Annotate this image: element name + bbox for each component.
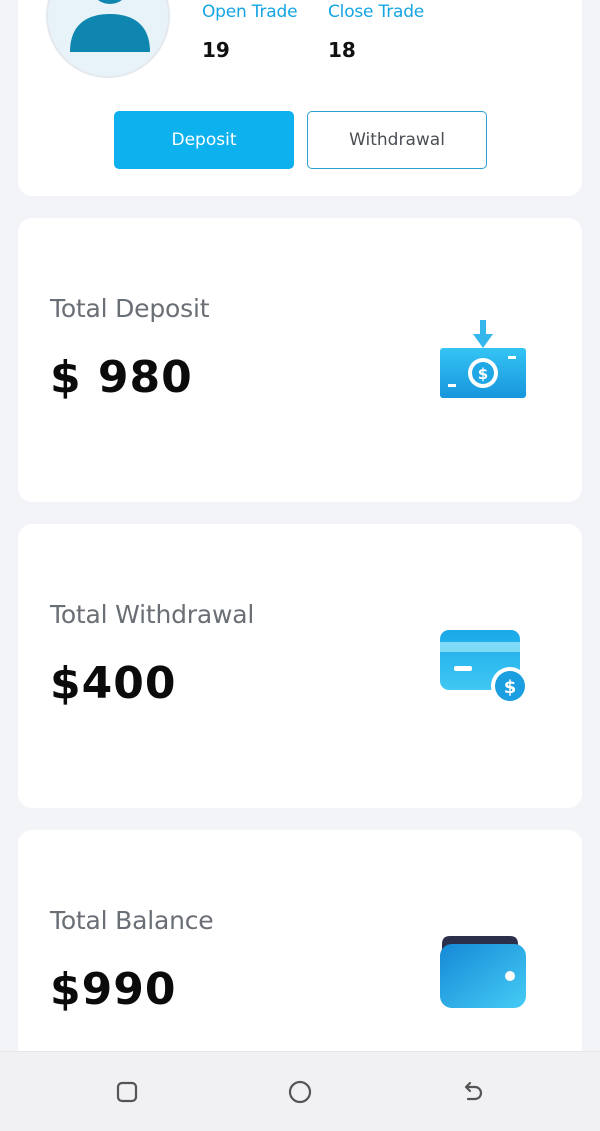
dashboard-screen: Open Trade 19 Close Trade 18 Deposit Wit… [0, 0, 600, 1131]
recent-apps-button[interactable] [113, 1078, 141, 1106]
open-trade-stat: Open Trade 19 [202, 2, 298, 62]
avatar[interactable] [46, 0, 170, 78]
card-withdraw-icon: $ [440, 630, 529, 705]
total-withdrawal-card[interactable]: Total Withdrawal $400 $ [18, 524, 582, 808]
back-button[interactable] [459, 1078, 487, 1106]
total-balance-card[interactable]: Total Balance $990 [18, 830, 582, 1060]
recent-apps-icon [116, 1081, 138, 1103]
svg-text:$: $ [478, 365, 488, 383]
home-button[interactable] [286, 1078, 314, 1106]
total-deposit-amount: $ 980 [50, 352, 193, 403]
profile-card: Open Trade 19 Close Trade 18 Deposit Wit… [18, 0, 582, 196]
total-withdrawal-label: Total Withdrawal [50, 600, 255, 629]
close-trade-value: 18 [328, 38, 356, 62]
close-trade-stat: Close Trade 18 [328, 2, 424, 62]
total-deposit-card[interactable]: Total Deposit $ 980 $ [18, 218, 582, 502]
close-trade-label: Close Trade [328, 2, 425, 22]
withdrawal-button[interactable]: Withdrawal [307, 111, 487, 169]
cash-deposit-icon: $ [440, 320, 526, 398]
back-icon [464, 1081, 483, 1101]
system-navigation-bar [0, 1051, 600, 1131]
open-trade-value: 19 [202, 38, 230, 62]
total-deposit-label: Total Deposit [50, 294, 210, 323]
total-balance-amount: $990 [50, 964, 177, 1015]
total-balance-label: Total Balance [50, 906, 214, 935]
svg-text:$: $ [504, 677, 517, 698]
user-avatar-icon [70, 0, 150, 52]
home-icon [288, 1080, 312, 1104]
total-withdrawal-amount: $400 [50, 658, 177, 709]
wallet-icon [440, 936, 526, 1008]
deposit-button[interactable]: Deposit [114, 111, 294, 169]
open-trade-label: Open Trade [202, 2, 298, 22]
